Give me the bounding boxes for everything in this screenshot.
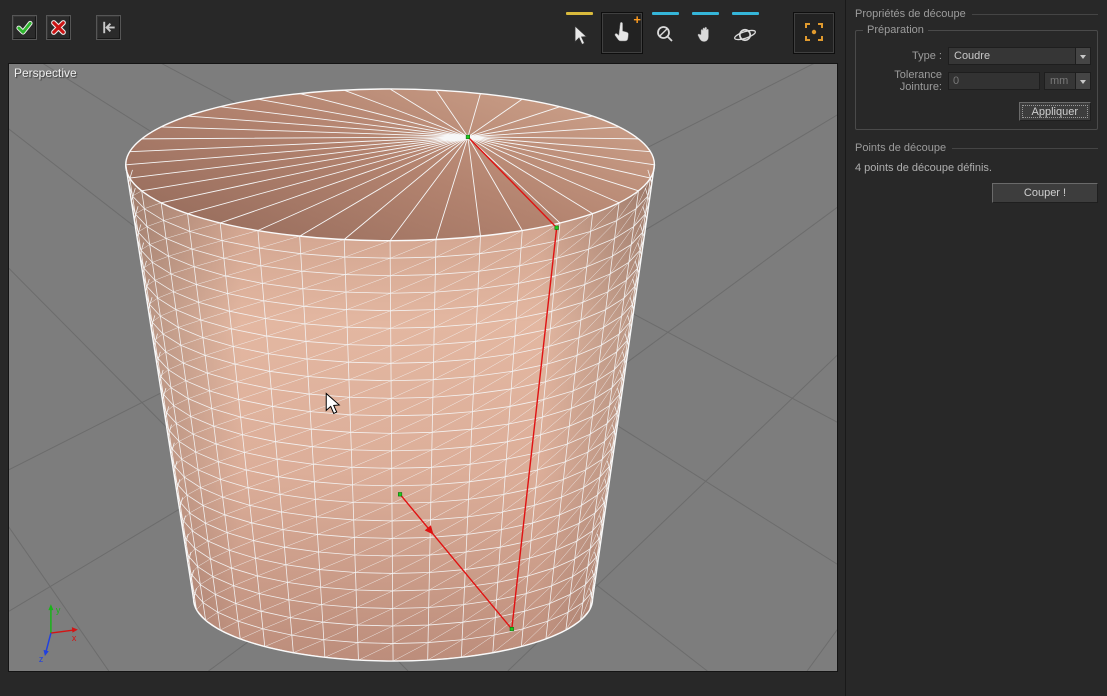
- tolerance-label: Tolerance Jointure:: [862, 69, 948, 93]
- pointer-add-icon: [610, 20, 634, 47]
- zoom-tool-indicator: [652, 12, 679, 15]
- divider: [972, 14, 1098, 15]
- type-label: Type :: [862, 50, 948, 62]
- properties-panel: Propriétés de découpe Préparation Type :…: [845, 0, 1107, 696]
- planet-icon: [732, 21, 759, 48]
- x-icon: [49, 18, 68, 37]
- cursor-icon: [566, 21, 593, 48]
- type-dropdown-value: Coudre: [949, 48, 1075, 64]
- scene-canvas: y x z: [9, 64, 837, 671]
- confirm-button[interactable]: [12, 15, 37, 40]
- orbit-tool-indicator: [732, 12, 759, 15]
- preparation-group: Préparation Type : Coudre Tolerance Join…: [855, 30, 1098, 130]
- axis-label-z: z: [39, 654, 44, 664]
- cut-point: [398, 492, 402, 496]
- return-to-start-button[interactable]: [96, 15, 121, 40]
- cylinder-mesh: [126, 89, 655, 661]
- toolbar-tool-group: +: [559, 12, 837, 54]
- unit-dropdown-value: mm: [1045, 73, 1075, 89]
- viewport-3d[interactable]: y x z Perspective: [8, 63, 838, 672]
- tolerance-input[interactable]: [948, 72, 1040, 90]
- pan-tool-indicator: [692, 12, 719, 15]
- orbit-tool[interactable]: [725, 12, 765, 48]
- hand-icon: [692, 21, 719, 48]
- type-dropdown[interactable]: Coudre: [948, 47, 1091, 65]
- unit-dropdown[interactable]: mm: [1044, 72, 1091, 90]
- cut-points-header: Points de découpe: [855, 142, 1098, 154]
- panel-title: Propriétés de découpe: [855, 8, 1098, 20]
- axis-gizmo: y x z: [39, 604, 78, 664]
- chevron-down-icon[interactable]: [1075, 48, 1090, 64]
- viewport-label: Perspective: [14, 66, 77, 80]
- divider: [952, 148, 1098, 149]
- chevron-down-icon[interactable]: [1075, 73, 1090, 89]
- cut-points-header-text: Points de découpe: [855, 142, 946, 154]
- cut-button[interactable]: Couper !: [992, 183, 1098, 203]
- cut-row: Couper !: [855, 183, 1098, 203]
- zoom-icon: [652, 21, 679, 48]
- cut-point: [555, 226, 559, 230]
- pan-tool[interactable]: [685, 12, 725, 48]
- toolbar-left-group: [12, 12, 121, 40]
- type-row: Type : Coudre: [862, 47, 1091, 65]
- axis-label-x: x: [72, 633, 77, 643]
- frame-selection-tool[interactable]: [793, 12, 835, 54]
- apply-button[interactable]: Appliquer: [1019, 102, 1091, 121]
- workspace-column: +: [0, 0, 845, 696]
- apply-row: Appliquer: [862, 102, 1091, 121]
- add-cut-point-tool[interactable]: +: [601, 12, 643, 54]
- preparation-group-label: Préparation: [863, 24, 928, 36]
- axis-label-y: y: [56, 605, 61, 615]
- panel-title-text: Propriétés de découpe: [855, 8, 966, 20]
- application-window: +: [0, 0, 1107, 696]
- select-tool-indicator: [566, 12, 593, 15]
- check-icon: [15, 18, 34, 37]
- frame-icon: [802, 20, 826, 47]
- cut-point: [510, 627, 514, 631]
- plus-icon: +: [633, 14, 641, 25]
- toolbar: +: [0, 0, 845, 63]
- select-tool[interactable]: [559, 12, 599, 48]
- tolerance-row: Tolerance Jointure: mm: [862, 69, 1091, 93]
- cancel-button[interactable]: [46, 15, 71, 40]
- cut-points-status: 4 points de découpe définis.: [855, 162, 1098, 174]
- cut-point: [466, 135, 470, 139]
- skip-start-icon: [99, 18, 118, 37]
- zoom-tool[interactable]: [645, 12, 685, 48]
